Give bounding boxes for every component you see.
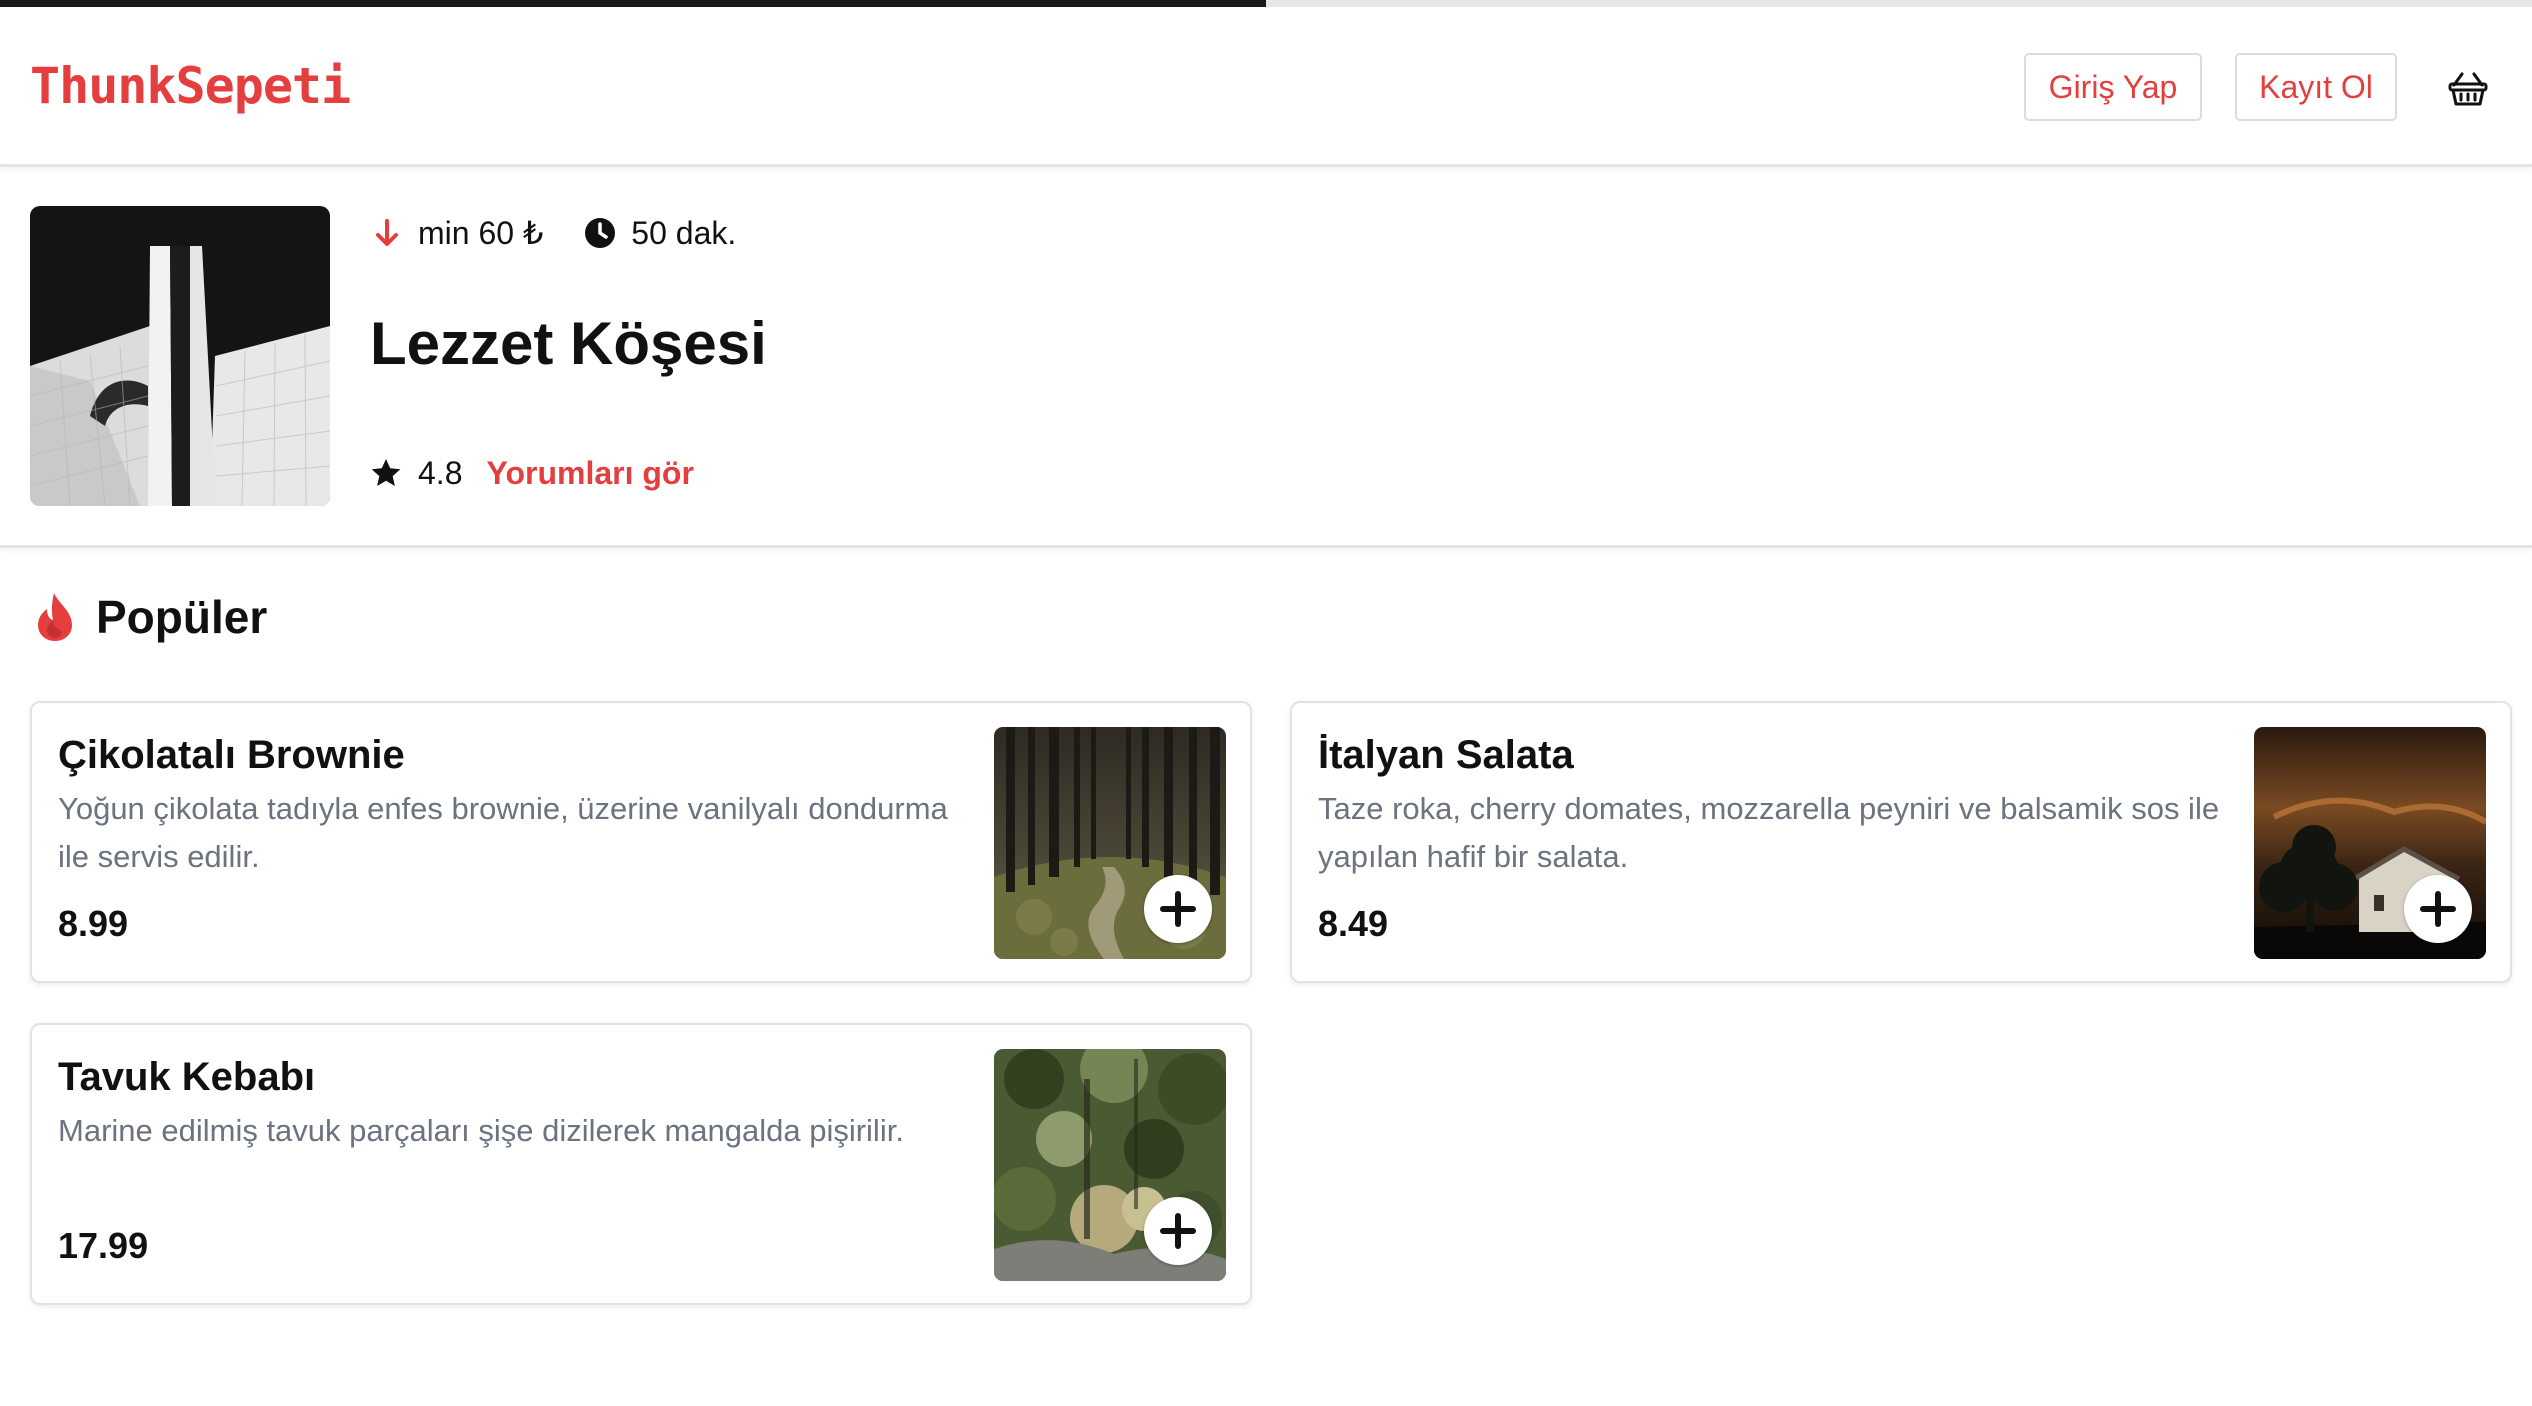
add-to-basket-button[interactable] <box>2404 875 2472 943</box>
restaurant-name: Lezzet Köşesi <box>370 310 767 377</box>
menu-item-card[interactable]: Çikolatalı Brownie Yoğun çikolata tadıyl… <box>30 701 1252 983</box>
popular-section-heading: Popüler <box>34 590 267 644</box>
menu-item-name: Tavuk Kebabı <box>58 1055 316 1099</box>
see-reviews-link[interactable]: Yorumları gör <box>486 455 693 492</box>
arrow-down-icon <box>376 219 398 246</box>
popular-title: Popüler <box>96 591 268 643</box>
page-loading-bar <box>0 0 2532 7</box>
min-order-amount: min 60 ₺ <box>418 215 544 251</box>
menu-item-card[interactable]: İtalyan Salata Taze roka, cherry domates… <box>1290 701 2512 983</box>
page-loading-bar-fill <box>0 0 1266 7</box>
login-button[interactable]: Giriş Yap <box>2024 53 2202 121</box>
menu-item-name: İtalyan Salata <box>1318 733 1574 777</box>
fire-icon <box>38 593 72 641</box>
menu-item-description: Marine edilmiş tavuk parçaları şişe dizi… <box>58 1113 904 1148</box>
menu-item-card[interactable]: Tavuk Kebabı Marine edilmiş tavuk parçal… <box>30 1023 1252 1305</box>
delivery-time: 50 dak. <box>631 214 737 251</box>
restaurant-info: min 60 ₺ 50 dak. Lezzet Köşesi 4.8 Yorum… <box>0 167 2532 548</box>
menu-item-description: Taze roka, cherry domates, mozzarella pe… <box>1318 791 2220 874</box>
add-to-basket-button[interactable] <box>1144 1197 1212 1265</box>
plus-icon <box>1160 891 1196 927</box>
menu-item-description: Yoğun çikolata tadıyla enfes brownie, üz… <box>58 791 948 874</box>
star-icon <box>371 459 401 486</box>
restaurant-rating: 4.8 Yorumları gör <box>370 449 694 497</box>
restaurant-image <box>30 206 330 506</box>
menu-item-name: Çikolatalı Brownie <box>58 733 405 777</box>
basket-icon[interactable] <box>2448 71 2488 107</box>
menu-item-price: 17.99 <box>58 1225 149 1266</box>
site-logo[interactable]: ThunkSepeti <box>30 57 351 115</box>
plus-icon <box>1160 1213 1196 1249</box>
plus-icon <box>2420 891 2456 927</box>
clock-icon <box>585 218 616 248</box>
menu-item-price: 8.49 <box>1318 903 1389 944</box>
menu-item-price: 8.99 <box>58 903 129 944</box>
rating-value: 4.8 <box>418 454 463 491</box>
add-to-basket-button[interactable] <box>1144 875 1212 943</box>
top-navbar: ThunkSepeti Giriş Yap Kayıt Ol <box>0 7 2532 167</box>
restaurant-meta: min 60 ₺ 50 dak. <box>370 209 736 257</box>
signup-button[interactable]: Kayıt Ol <box>2235 53 2397 121</box>
